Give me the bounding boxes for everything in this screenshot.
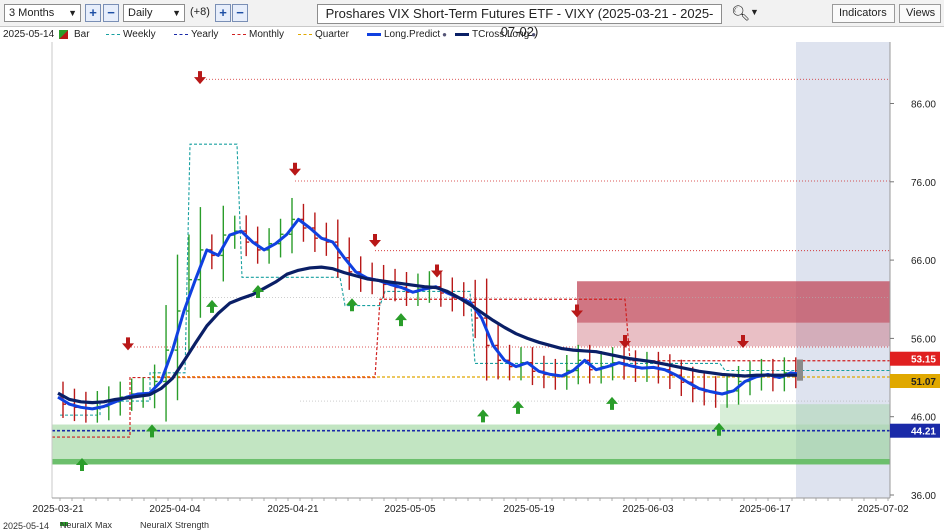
x-tick-label: 2025-04-04	[149, 504, 201, 515]
interval-select[interactable]: Daily ▼	[123, 4, 185, 22]
yearly-line-icon	[174, 33, 188, 35]
offset-label: (+8)	[190, 6, 210, 18]
range-plus-button[interactable]: +	[85, 4, 101, 22]
interval-select-value: Daily	[128, 7, 153, 19]
y-tick-label: 86.00	[911, 100, 936, 111]
buy-zone-base	[52, 458, 890, 465]
tcross-long-line-icon	[455, 32, 469, 36]
x-tick-label: 2025-05-19	[503, 504, 555, 515]
y-tick-label: 56.00	[911, 334, 936, 345]
x-tick-label: 2025-06-17	[739, 504, 791, 515]
offset-minus-button[interactable]: −	[232, 4, 248, 22]
chevron-down-icon[interactable]: ▼	[750, 7, 759, 17]
legend-item-bar[interactable]: Bar	[59, 29, 90, 40]
legend-item-long-predict[interactable]: Long.Predict ●	[367, 29, 447, 40]
bar-swatch-icon	[59, 29, 68, 39]
chevron-down-icon: ▼	[172, 8, 181, 18]
chevron-down-icon: ▼	[68, 8, 77, 18]
magnifier-icon[interactable]: 🔍︎	[731, 4, 750, 22]
x-tick-label: 2025-05-05	[384, 504, 436, 515]
x-tick-label: 2025-04-21	[267, 504, 319, 515]
cursor-date: 2025-05-14	[3, 29, 55, 40]
range-select-value: 3 Months	[9, 7, 55, 19]
indicator-panel-date: 2025-05-14	[3, 522, 50, 531]
range-minus-button[interactable]: −	[103, 4, 119, 22]
range-select[interactable]: 3 Months ▼	[4, 4, 81, 22]
legend-item-quarter[interactable]: Quarter	[298, 29, 349, 40]
y-tick-label: 76.00	[911, 178, 936, 189]
x-tick-label: 2025-07-02	[857, 504, 909, 515]
long-predict-line-icon	[367, 32, 381, 36]
toolbar: 3 Months ▼ + − Daily ▼ (+8) + − Proshare…	[0, 0, 944, 39]
monthly-line-icon	[232, 33, 246, 35]
price-chart[interactable]: 2025-03-21 2025-04-04 2025-04-21 2025-05-05…	[0, 42, 944, 520]
offset-plus-button[interactable]: +	[215, 4, 231, 22]
indicators-button[interactable]: Indicators	[832, 4, 895, 23]
legend-item-monthly[interactable]: Monthly	[232, 29, 284, 40]
settings-dot-icon[interactable]: ●	[531, 30, 536, 39]
price-tag-label: 44.21	[911, 427, 936, 438]
views-button[interactable]: Views	[899, 4, 941, 23]
legend-item-tcross-long[interactable]: TCross.Long ●	[455, 29, 536, 40]
chart-legend: 2025-05-14 Bar Weekly Yearly Monthly Qua…	[0, 28, 944, 42]
quarter-line-icon	[298, 33, 312, 35]
settings-dot-icon[interactable]: ●	[442, 30, 447, 39]
current-price-marker	[797, 359, 803, 381]
sell-zone	[577, 281, 890, 323]
buy-zone-upper	[720, 404, 890, 425]
legend-item-yearly[interactable]: Yearly	[174, 29, 218, 40]
y-tick-label: 46.00	[911, 413, 936, 424]
price-tag-label: 51.07	[911, 377, 936, 388]
weekly-line-icon	[106, 33, 120, 35]
chart-title-field[interactable]: Proshares VIX Short-Term Futures ETF - V…	[317, 4, 722, 39]
legend-item-weekly[interactable]: Weekly	[106, 29, 156, 40]
x-tick-label: 2025-06-03	[622, 504, 674, 515]
x-tick-label: 2025-03-21	[32, 504, 84, 515]
y-tick-label: 66.00	[911, 256, 936, 267]
y-tick-label: 36.00	[911, 491, 936, 502]
indicator-panel-header: 2025-05-14 NeuralX Max NeuralX Strength	[3, 522, 210, 531]
price-tag-label: 53.15	[911, 355, 936, 366]
